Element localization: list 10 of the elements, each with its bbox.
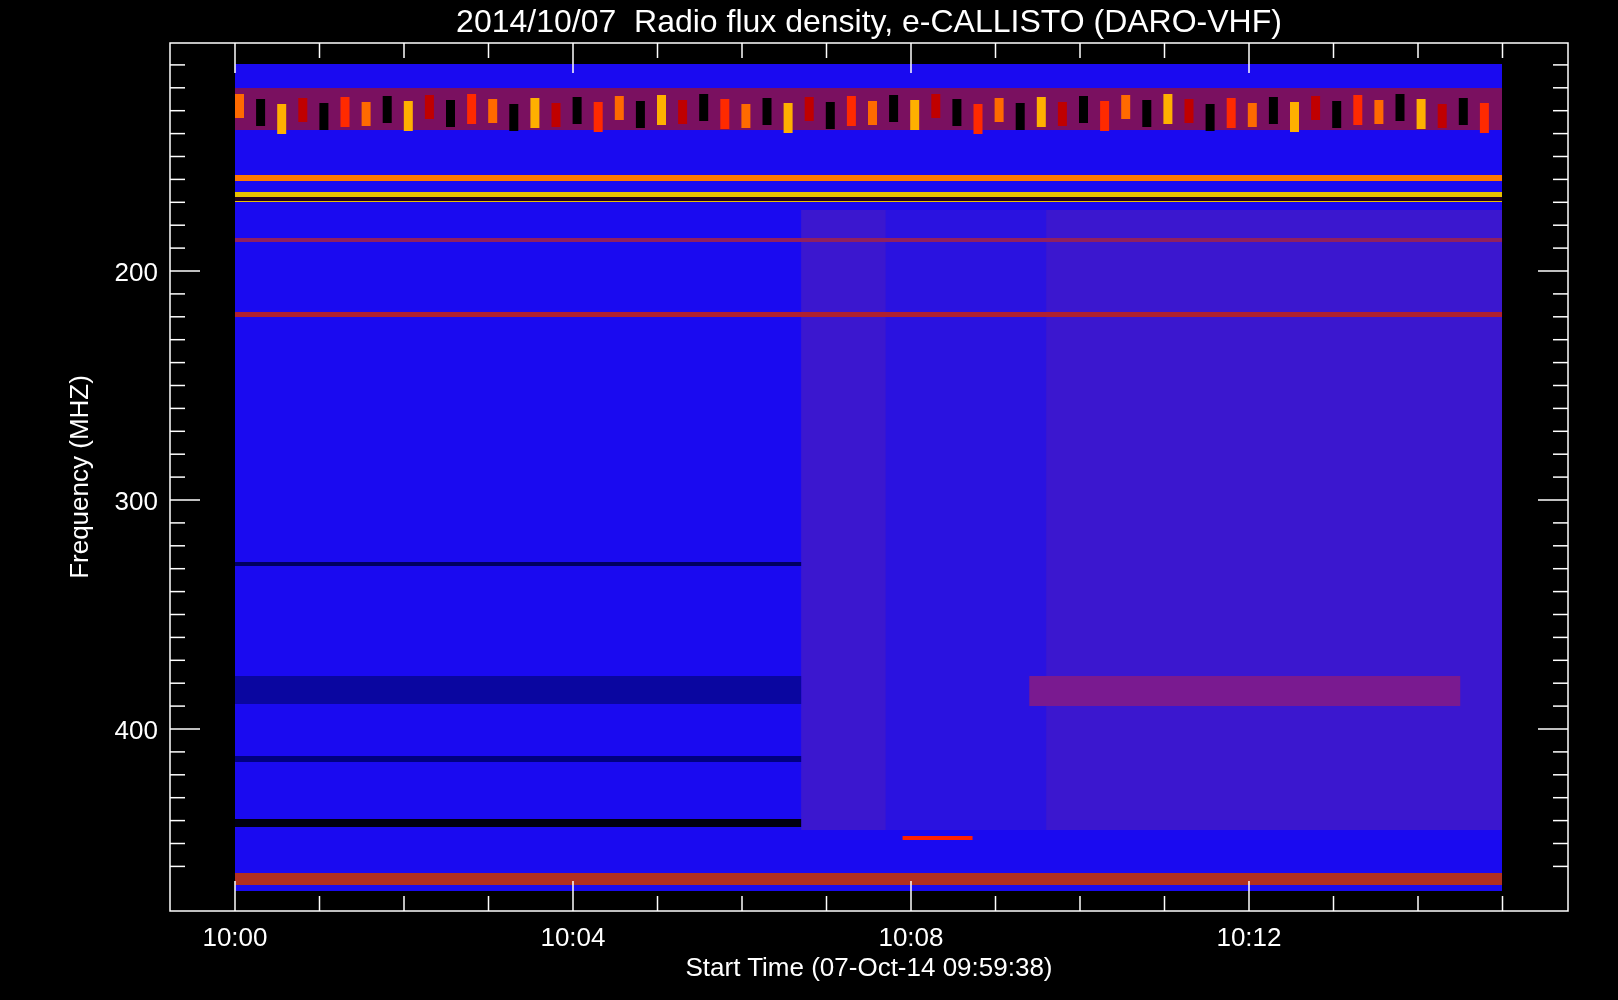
- x-axis-label: Start Time (07-Oct-14 09:59:38): [685, 952, 1053, 982]
- x-tick-label: 10:08: [878, 922, 944, 952]
- x-tick-label: 10:12: [1216, 922, 1282, 952]
- y-tick-label: 200: [114, 257, 158, 287]
- plot-title: 2014/10/07 Radio flux density, e-CALLISTO (DARO-VHF): [456, 3, 1282, 39]
- x-tick-label: 10:00: [202, 922, 268, 952]
- x-tick-label: 10:04: [540, 922, 606, 952]
- y-tick-label: 300: [114, 486, 158, 516]
- y-tick-label: 400: [114, 715, 158, 745]
- y-axis-label: Frequency (MHZ): [64, 375, 94, 579]
